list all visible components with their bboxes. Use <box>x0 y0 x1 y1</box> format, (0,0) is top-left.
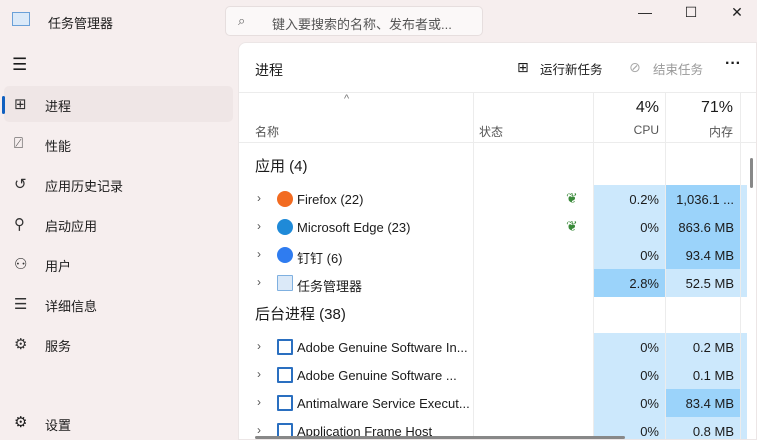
process-row[interactable]: › Microsoft Edge (23) ❦ 0% 863.6 MB <box>239 213 756 241</box>
memory-cell: 0.2 MB <box>666 333 740 361</box>
search-placeholder: 键入要搜索的名称、发布者或... <box>272 17 452 32</box>
expand-chevron-icon[interactable]: › <box>257 423 261 437</box>
column-header-status[interactable]: 状态 <box>479 123 503 140</box>
search-input[interactable]: ⌕ 键入要搜索的名称、发布者或... <box>225 6 483 36</box>
horizontal-scrollbar[interactable] <box>255 436 625 439</box>
memory-cell: 0.1 MB <box>666 361 740 389</box>
nav-item-label: 详细信息 <box>45 299 98 314</box>
nav-item-2[interactable]: ↺ 应用历史记录 <box>4 166 233 202</box>
column-header-name[interactable]: 名称 <box>255 123 279 140</box>
nav-item-label: 进程 <box>45 99 72 114</box>
column-header-memory[interactable]: 内存 <box>689 123 733 140</box>
memory-cell: 52.5 MB <box>666 269 740 297</box>
app-logo-icon <box>12 12 30 26</box>
process-name: Adobe Genuine Software In... <box>297 340 468 355</box>
expand-chevron-icon[interactable]: › <box>257 367 261 381</box>
app-window-icon <box>277 367 293 383</box>
memory-cell: 863.6 MB <box>666 213 740 241</box>
edge-icon <box>277 219 293 235</box>
process-row[interactable]: › Adobe Genuine Software ... 0% 0.1 MB <box>239 361 756 389</box>
column-header-cpu[interactable]: CPU <box>619 123 659 137</box>
nav-item-label: 性能 <box>45 139 72 154</box>
nav-item-1[interactable]: ⍁ 性能 <box>4 126 233 162</box>
process-row[interactable]: › Firefox (22) ❦ 0.2% 1,036.1 ... <box>239 185 756 213</box>
expand-chevron-icon[interactable]: › <box>257 395 261 409</box>
efficiency-mode-icon: ❦ <box>566 218 578 234</box>
efficiency-mode-icon: ❦ <box>566 190 578 206</box>
processes-icon: ⊞ <box>14 96 27 113</box>
memory-total: 71% <box>700 99 733 116</box>
details-icon: ☰ <box>14 296 28 313</box>
expand-chevron-icon[interactable]: › <box>257 247 261 261</box>
process-row[interactable]: › 任务管理器 2.8% 52.5 MB <box>239 269 756 297</box>
app-title: 任务管理器 <box>48 16 114 31</box>
minimize-button[interactable]: — <box>630 4 660 20</box>
nav-item-3[interactable]: ⚲ 启动应用 <box>4 206 233 242</box>
performance-icon: ⍁ <box>14 135 24 152</box>
process-row[interactable]: › 钉钉 (6) 0% 93.4 MB <box>239 241 756 269</box>
process-name: Microsoft Edge (23) <box>297 220 411 235</box>
nav-item-6[interactable]: ⚙ 服务 <box>4 326 233 362</box>
cpu-cell: 0% <box>594 389 665 417</box>
nav-item-0[interactable]: ⊞ 进程 <box>4 86 233 122</box>
users-icon: ⚇ <box>14 256 28 273</box>
dingtalk-icon <box>277 247 293 263</box>
settings-icon[interactable]: ⚙ <box>14 413 27 431</box>
services-icon: ⚙ <box>14 336 28 353</box>
nav-item-label: 应用历史记录 <box>45 179 124 194</box>
app-window-icon <box>277 339 293 355</box>
memory-cell: 1,036.1 ... <box>666 185 740 213</box>
run-task-icon: ⊞ <box>517 59 529 75</box>
sort-ascending-icon: ^ <box>344 93 350 105</box>
run-new-task-button[interactable]: 运行新任务 <box>540 59 603 78</box>
firefox-icon <box>277 191 293 207</box>
hamburger-menu-icon[interactable]: ☰ <box>12 55 27 75</box>
app-window-icon <box>277 395 293 411</box>
memory-cell: 0.8 MB <box>666 417 740 439</box>
cpu-cell: 0% <box>594 333 665 361</box>
nav-item-label: 服务 <box>45 339 72 354</box>
expand-chevron-icon[interactable]: › <box>257 191 261 205</box>
expand-chevron-icon[interactable]: › <box>257 275 261 289</box>
process-name: 钉钉 (6) <box>297 251 343 266</box>
history-icon: ↺ <box>14 176 27 193</box>
expand-chevron-icon[interactable]: › <box>257 219 261 233</box>
process-name: Firefox (22) <box>297 192 364 207</box>
maximize-button[interactable]: ☐ <box>676 4 706 21</box>
selection-indicator <box>2 96 5 114</box>
cpu-cell: 0% <box>594 361 665 389</box>
expand-chevron-icon[interactable]: › <box>257 339 261 353</box>
processes-panel: 进程 ⊞ 运行新任务 ⊘ 结束任务 ··· ^ 名称 状态 4% CPU 71%… <box>238 42 757 440</box>
cpu-cell: 0.2% <box>594 185 665 213</box>
close-button[interactable]: ✕ <box>722 4 752 21</box>
nav-item-5[interactable]: ☰ 详细信息 <box>4 286 233 322</box>
more-options-button[interactable]: ··· <box>725 55 741 73</box>
cpu-cell: 2.8% <box>594 269 665 297</box>
cpu-total: 4% <box>635 99 659 116</box>
nav-item-label: 用户 <box>45 259 72 274</box>
vertical-scrollbar[interactable] <box>750 158 753 188</box>
cpu-cell: 0% <box>594 241 665 269</box>
memory-cell: 83.4 MB <box>666 389 740 417</box>
nav-settings[interactable]: 设置 <box>45 415 71 434</box>
process-row[interactable]: › Adobe Genuine Software In... 0% 0.2 MB <box>239 333 756 361</box>
process-row[interactable]: › Antimalware Service Execut... 0% 83.4 … <box>239 389 756 417</box>
nav-item-4[interactable]: ⚇ 用户 <box>4 246 233 282</box>
task-manager-icon <box>277 275 293 291</box>
nav-item-label: 启动应用 <box>45 219 98 234</box>
search-icon: ⌕ <box>238 13 246 28</box>
page-title: 进程 <box>255 62 283 78</box>
end-task-icon: ⊘ <box>629 59 641 75</box>
section-header: 后台进程 (38) <box>255 306 346 323</box>
process-name: Adobe Genuine Software ... <box>297 368 457 383</box>
end-task-button[interactable]: 结束任务 <box>653 59 703 78</box>
startup-icon: ⚲ <box>14 216 25 233</box>
memory-cell: 93.4 MB <box>666 241 740 269</box>
process-name: 任务管理器 <box>297 279 363 294</box>
cpu-cell: 0% <box>594 213 665 241</box>
process-name: Antimalware Service Execut... <box>297 396 470 411</box>
section-header: 应用 (4) <box>255 158 308 175</box>
